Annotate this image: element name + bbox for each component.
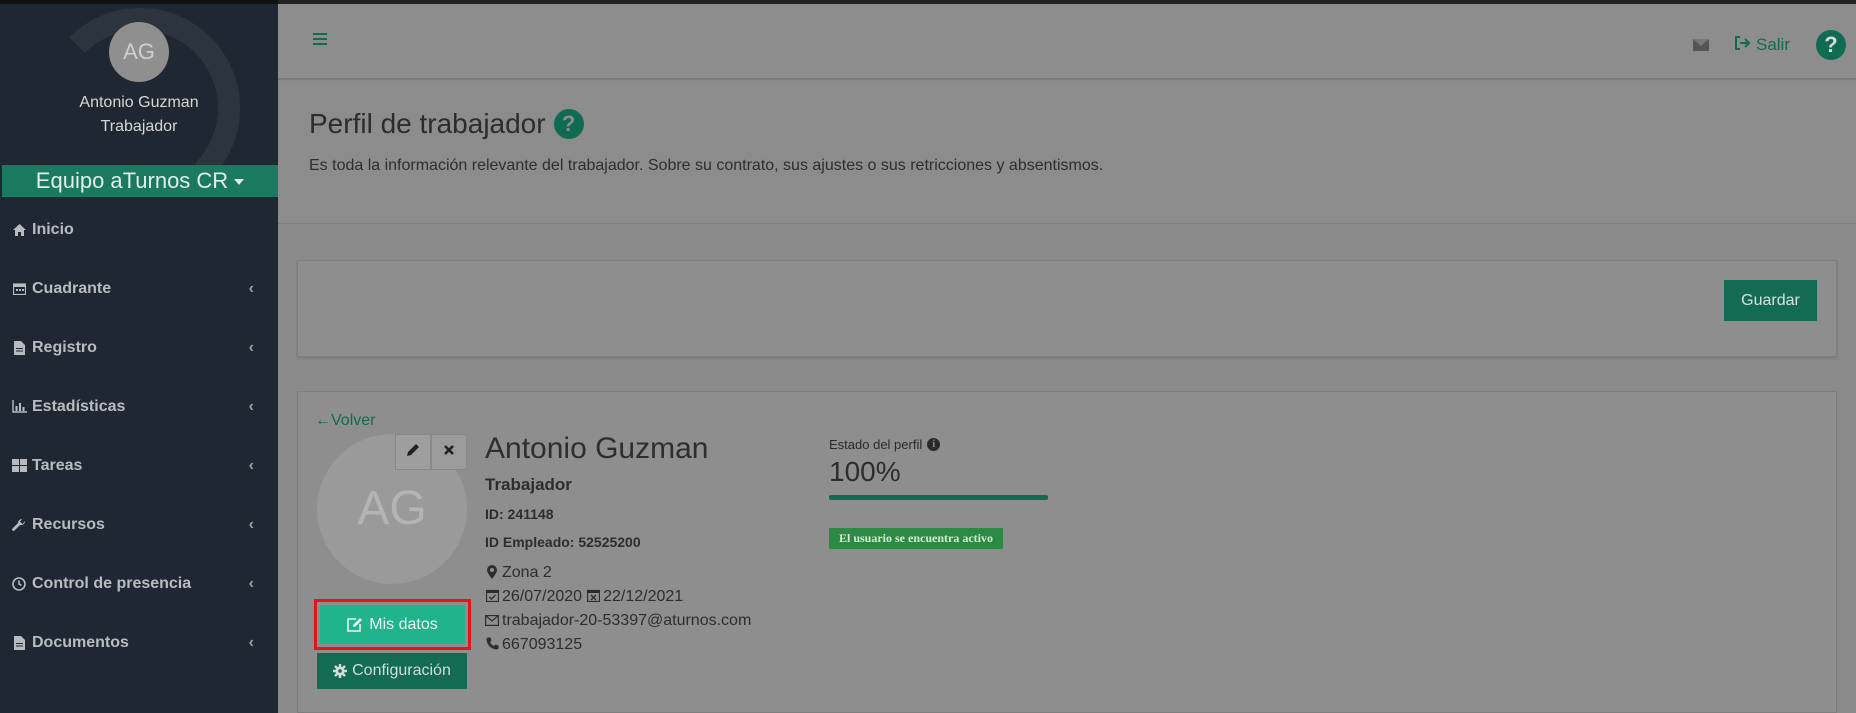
chevron-left-icon: ‹ xyxy=(248,397,254,415)
sidebar-item-label: Cuadrante xyxy=(32,279,112,297)
mail-icon[interactable] xyxy=(1692,39,1709,51)
page-header: Perfil de trabajador ? Es toda la inform… xyxy=(278,82,1856,224)
menu-toggle-icon[interactable] xyxy=(313,33,327,48)
profile-email: trabajador-20-53397@aturnos.com xyxy=(502,612,752,629)
file-icon xyxy=(11,635,27,651)
chevron-left-icon: ‹ xyxy=(248,338,254,356)
sidebar-item-label: Registro xyxy=(32,338,97,356)
settings-label: Configuración xyxy=(352,662,451,679)
sidebar-item-recursos[interactable]: Recursos ‹ xyxy=(0,495,278,554)
sign-out-icon xyxy=(1734,36,1751,54)
pencil-icon xyxy=(406,443,420,462)
clock-icon xyxy=(11,576,27,592)
profile-status-label: Estado del perfil xyxy=(829,437,923,452)
profile-end-date: 22/12/2021 xyxy=(603,588,684,605)
my-data-button[interactable]: Mis datos xyxy=(320,605,465,644)
phone-icon xyxy=(485,637,499,653)
logout-button[interactable]: Salir xyxy=(1734,35,1790,55)
profile-panel: ←Volver AG Mis datos Configuración Anton… xyxy=(297,391,1837,713)
sidebar-avatar[interactable]: AG xyxy=(109,22,169,82)
page-description: Es toda la información relevante del tra… xyxy=(309,157,1104,174)
sidebar-item-inicio[interactable]: Inicio xyxy=(0,200,278,259)
help-icon[interactable]: ? xyxy=(553,109,584,139)
profile-employee-id: ID Empleado: 52525200 xyxy=(485,534,641,550)
profile-status-label-row: Estado del perfil i xyxy=(829,437,1048,452)
team-selector[interactable]: Equipo aTurnos CR xyxy=(2,165,278,197)
calendar-check-icon xyxy=(485,589,499,605)
grid-icon xyxy=(11,458,27,474)
sidebar-item-control-de-presencia[interactable]: Control de presencia ‹ xyxy=(0,554,278,613)
profile-id: ID: 241148 xyxy=(485,506,554,522)
edit-square-icon xyxy=(347,617,363,632)
sidebar-user-name: Antonio Guzman xyxy=(79,94,199,111)
remove-avatar-button[interactable] xyxy=(431,434,467,470)
file-icon xyxy=(11,340,27,356)
chevron-left-icon: ‹ xyxy=(248,633,254,651)
sidebar-item-tareas[interactable]: Tareas ‹ xyxy=(0,436,278,495)
sidebar-item-label: Tareas xyxy=(32,456,83,474)
team-selector-label: Equipo aTurnos CR xyxy=(35,168,229,193)
sidebar-top-edge xyxy=(0,0,278,4)
sidebar-item-label: Estadísticas xyxy=(32,397,126,415)
chevron-left-icon: ‹ xyxy=(248,574,254,592)
profile-role: Trabajador xyxy=(485,475,572,494)
chevron-left-icon: ‹ xyxy=(248,279,254,297)
profile-phone-row: 667093125 xyxy=(485,636,751,654)
profile-progress-bar xyxy=(829,495,1048,500)
arrow-left-icon: ← xyxy=(315,412,331,429)
sidebar-item-registro[interactable]: Registro ‹ xyxy=(0,318,278,377)
back-link-label: Volver xyxy=(331,412,376,429)
chevron-left-icon: ‹ xyxy=(248,456,254,474)
sidebar-item-cuadrante[interactable]: Cuadrante ‹ xyxy=(0,259,278,318)
sidebar-item-estadisticas[interactable]: Estadísticas ‹ xyxy=(0,377,278,436)
header-actions: Salir ? xyxy=(1692,30,1846,60)
my-data-label: Mis datos xyxy=(369,615,438,633)
sidebar-item-label: Inicio xyxy=(32,220,74,238)
profile-zone: Zona 2 xyxy=(502,564,552,581)
page-title: Perfil de trabajador xyxy=(309,108,546,139)
avatar-actions xyxy=(395,434,467,470)
logout-label: Salir xyxy=(1755,35,1790,54)
sidebar-item-documentos[interactable]: Documentos ‹ xyxy=(0,613,278,672)
profile-dates-row: 26/07/2020 22/12/2021 xyxy=(485,588,751,606)
bar-chart-icon xyxy=(11,399,27,415)
envelope-icon xyxy=(485,613,500,629)
calendar-times-icon xyxy=(586,589,600,605)
sidebar-user-role: Trabajador xyxy=(100,118,178,135)
map-marker-icon xyxy=(485,564,499,582)
back-link[interactable]: ←Volver xyxy=(315,412,375,430)
profile-name: Antonio Guzman xyxy=(485,432,709,465)
sidebar: AG Antonio Guzman Trabajador Equipo aTur… xyxy=(0,0,278,713)
help-icon[interactable]: ? xyxy=(1816,30,1846,60)
save-button[interactable]: Guardar xyxy=(1724,280,1817,321)
wrench-icon xyxy=(11,517,27,533)
chevron-left-icon: ‹ xyxy=(248,515,254,533)
calendar-icon xyxy=(11,281,27,297)
sidebar-item-label: Documentos xyxy=(32,633,129,651)
profile-email-row: trabajador-20-53397@aturnos.com xyxy=(485,612,751,630)
top-header: Salir ? xyxy=(278,0,1856,80)
save-panel: Guardar xyxy=(297,260,1837,357)
page-title-row: Perfil de trabajador ? xyxy=(309,108,584,140)
sidebar-item-label: Control de presencia xyxy=(32,574,192,592)
profile-zone-row: Zona 2 xyxy=(485,564,751,582)
home-icon xyxy=(11,222,27,238)
profile-info: Antonio Guzman Trabajador ID: 241148 ID … xyxy=(485,432,751,654)
status-badge: El usuario se encuentra activo xyxy=(829,528,1003,549)
profile-phone: 667093125 xyxy=(502,636,583,653)
edit-avatar-button[interactable] xyxy=(395,434,431,470)
close-icon xyxy=(443,443,455,461)
profile-status-percent: 100% xyxy=(829,456,901,487)
sidebar-user-box: AG Antonio Guzman Trabajador xyxy=(0,22,278,136)
gear-icon xyxy=(333,664,348,678)
sidebar-item-label: Recursos xyxy=(32,515,105,533)
info-icon[interactable]: i xyxy=(927,438,941,451)
highlight-box: Mis datos xyxy=(314,599,471,650)
settings-button[interactable]: Configuración xyxy=(317,653,467,689)
caret-down-icon xyxy=(234,179,245,186)
profile-start-date: 26/07/2020 xyxy=(502,588,583,605)
profile-status: Estado del perfil i 100% El usuario se e… xyxy=(829,437,1048,549)
profile-progress-fill xyxy=(829,495,1048,500)
sidebar-nav: Inicio Cuadrante ‹ Registro ‹ Estadístic… xyxy=(0,200,278,672)
